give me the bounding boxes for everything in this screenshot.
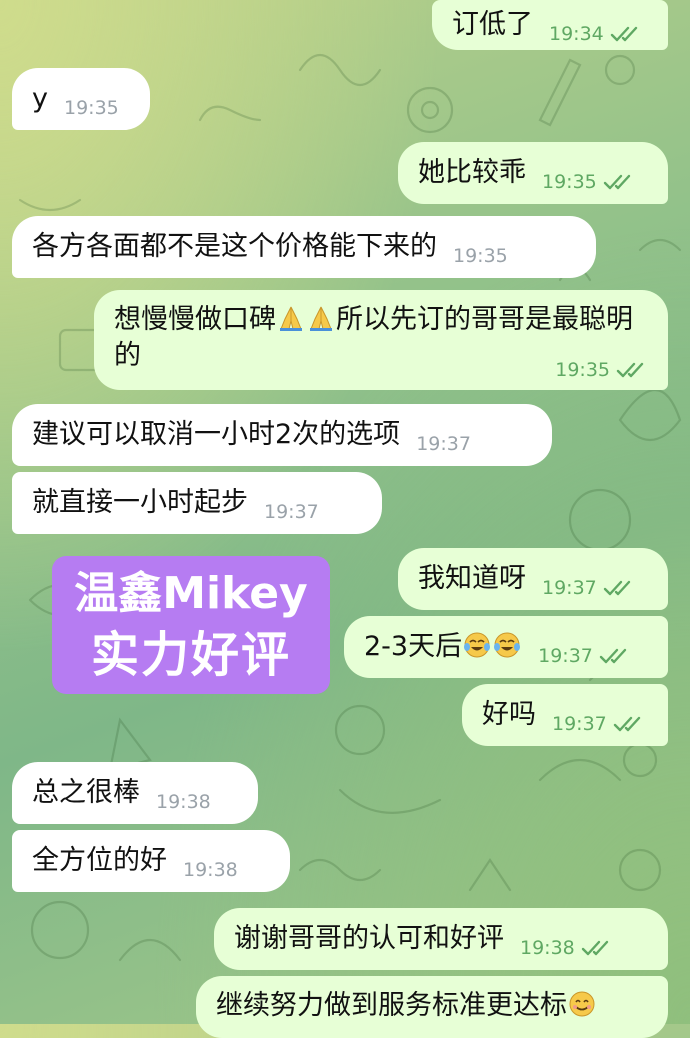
message-time: 19:35: [63, 97, 119, 119]
message-text: 各方各面都不是这个价格能下来的: [32, 231, 437, 262]
message-time: 19:37: [264, 501, 319, 523]
message-text: 谢谢哥哥的认可和好评: [234, 923, 504, 954]
message-time: 19:38: [156, 791, 211, 813]
chat-message-list: 订低了 19:34 y 19:35 她比较乖 19:35 各方各面都不是这个价格…: [0, 0, 690, 1038]
folded-hands-icon: [310, 306, 332, 331]
outgoing-message[interactable]: 想慢慢做口碑 所以先订的哥哥是最聪明的 19:35: [94, 290, 668, 390]
message-time: 19:38: [183, 859, 238, 881]
message-meta: 19:37: [538, 646, 633, 666]
double-check-icon: [603, 174, 630, 190]
message-time: 19:38: [520, 937, 575, 959]
message-text: 2-3天后: [364, 629, 522, 665]
message-time: 19:37: [542, 577, 597, 599]
message-text-part: 想慢慢做口碑: [114, 304, 276, 335]
outgoing-message[interactable]: 谢谢哥哥的认可和好评 19:38: [214, 908, 668, 970]
outgoing-message[interactable]: 订低了 19:34: [432, 0, 668, 50]
outgoing-message[interactable]: 继续努力做到服务标准更达标: [196, 976, 668, 1038]
message-meta: 19:37: [542, 578, 637, 598]
message-time: 19:37: [552, 713, 607, 735]
message-meta: 19:37: [552, 714, 647, 734]
outgoing-message[interactable]: 2-3天后 19:37: [344, 616, 668, 678]
incoming-message[interactable]: y 19:35: [12, 68, 150, 130]
message-meta: 19:38: [183, 860, 238, 880]
message-text: y: [32, 83, 48, 114]
smiling-face-icon: [569, 991, 595, 1017]
watermark-badge: 温鑫Mikey 实力好评: [52, 556, 330, 694]
incoming-message[interactable]: 总之很棒 19:38: [12, 762, 258, 824]
message-text-part: 2-3天后: [364, 631, 463, 662]
message-text: 她比较乖: [418, 157, 526, 188]
message-text: 就直接一小时起步: [32, 487, 248, 518]
outgoing-message[interactable]: 好吗 19:37: [462, 684, 668, 746]
message-text: 我知道呀: [418, 563, 526, 594]
message-text: 好吗: [482, 699, 536, 730]
message-meta: 19:34: [549, 24, 644, 44]
double-check-icon: [616, 362, 644, 378]
message-meta: 19:35: [64, 98, 119, 118]
double-check-icon: [613, 716, 640, 732]
incoming-message[interactable]: 建议可以取消一小时2次的选项 19:37: [12, 404, 552, 466]
message-meta: 19:38: [156, 792, 211, 812]
double-check-icon: [610, 26, 637, 42]
tears-of-joy-icon: [494, 632, 521, 658]
message-time: 19:35: [542, 171, 597, 193]
incoming-message[interactable]: 就直接一小时起步 19:37: [12, 472, 382, 534]
message-time: 19:34: [549, 23, 604, 45]
double-check-icon: [599, 648, 627, 664]
message-time: 19:35: [555, 359, 610, 381]
message-text: 建议可以取消一小时2次的选项: [32, 419, 401, 450]
message-meta: 19:37: [264, 502, 319, 522]
message-text: 订低了: [452, 9, 533, 40]
message-meta: 19:35: [453, 246, 508, 266]
badge-line-2: 实力好评: [90, 627, 291, 683]
outgoing-message[interactable]: 我知道呀 19:37: [398, 548, 668, 610]
message-time: 19:37: [416, 433, 471, 455]
message-time: 19:37: [538, 645, 593, 667]
incoming-message[interactable]: 各方各面都不是这个价格能下来的 19:35: [12, 216, 596, 278]
message-meta: 19:37: [416, 434, 471, 454]
double-check-icon: [581, 940, 608, 956]
double-check-icon: [603, 580, 630, 596]
outgoing-message[interactable]: 她比较乖 19:35: [398, 142, 668, 204]
message-text: 继续努力做到服务标准更达标: [216, 988, 597, 1024]
message-meta: 19:35: [542, 172, 637, 192]
folded-hands-icon: [280, 306, 302, 331]
message-meta: 19:35: [555, 360, 650, 380]
message-text: 总之很棒: [32, 777, 140, 808]
badge-line-1: 温鑫Mikey: [74, 568, 308, 619]
tears-of-joy-icon: [464, 632, 491, 658]
message-text-part: 继续努力做到服务标准更达标: [216, 990, 567, 1021]
message-time: 19:35: [453, 245, 508, 267]
incoming-message[interactable]: 全方位的好 19:38: [12, 830, 290, 892]
message-meta: 19:38: [520, 938, 615, 958]
message-text: 全方位的好: [32, 845, 167, 876]
